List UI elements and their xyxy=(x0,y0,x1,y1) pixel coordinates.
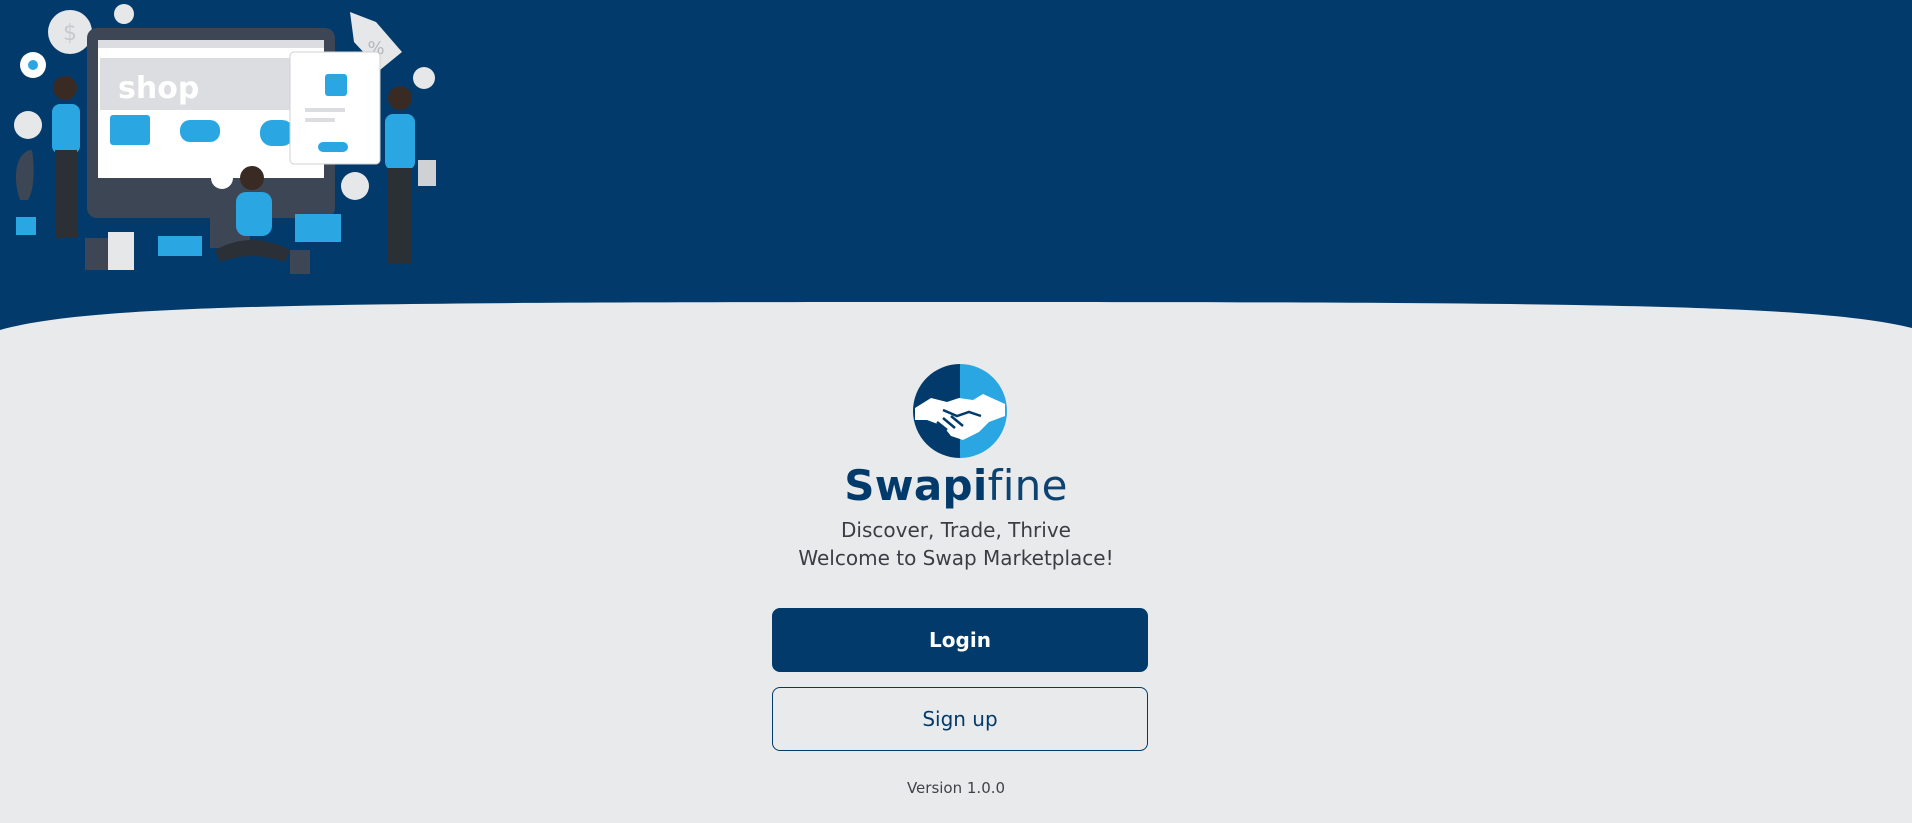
online-shopping-illustration-icon: $ % shop xyxy=(14,4,436,274)
version-label: Version 1.0.0 xyxy=(906,779,1006,797)
brand-name-light: fine xyxy=(987,461,1068,510)
login-button[interactable]: Login xyxy=(772,608,1148,672)
brand-name-bold: Swapi xyxy=(844,461,988,510)
welcome-text: Welcome to Swap Marketplace! xyxy=(798,546,1114,570)
signup-button[interactable]: Sign up xyxy=(772,687,1148,751)
handshake-icon xyxy=(913,364,1007,458)
brand-name: Swapifine xyxy=(0,460,1912,512)
shop-label: shop xyxy=(118,71,199,106)
tagline: Discover, Trade, Thrive xyxy=(841,518,1071,542)
svg-text:$: $ xyxy=(63,21,77,46)
hero-header: $ % shop xyxy=(0,0,1912,330)
